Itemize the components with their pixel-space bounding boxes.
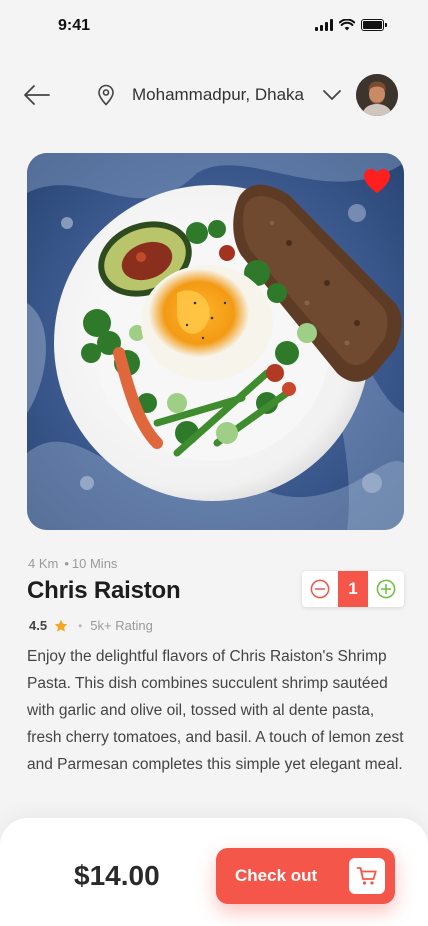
status-icons: [315, 19, 387, 31]
distance-text: 4 Km: [28, 556, 59, 571]
status-time: 9:41: [58, 17, 91, 34]
dish-image: [27, 153, 404, 530]
quantity-stepper: 1: [302, 571, 404, 607]
checkout-bar: $14.00 Check out: [0, 818, 428, 926]
cart-icon-box: [349, 858, 385, 894]
battery-icon: [361, 19, 387, 31]
chevron-down-icon[interactable]: [322, 88, 342, 102]
increment-button[interactable]: [368, 571, 404, 607]
location-label: Mohammadpur, Dhaka: [132, 85, 304, 104]
wifi-icon: [339, 19, 355, 31]
delivery-time-text: 10 Mins: [71, 556, 118, 571]
cart-icon: [356, 867, 377, 885]
dish-description: Enjoy the delightful flavors of Chris Ra…: [27, 648, 404, 773]
checkout-label: Check out: [235, 866, 318, 885]
rating-row: 4.5 • 5k+ Rating: [29, 618, 153, 633]
dish-meta: 4 Km • 10 Mins: [28, 556, 118, 571]
avatar[interactable]: [356, 74, 398, 116]
checkout-button[interactable]: Check out: [216, 848, 395, 904]
signal-icon: [315, 19, 333, 31]
plus-circle-icon: [376, 579, 396, 599]
dish-title: Chris Raiston: [27, 577, 181, 604]
decrement-button[interactable]: [302, 571, 338, 607]
minus-circle-icon: [310, 579, 330, 599]
food-photo: [27, 153, 404, 530]
back-arrow-icon[interactable]: [22, 82, 52, 108]
location-selector[interactable]: Mohammadpur, Dhaka: [96, 84, 342, 106]
heart-icon[interactable]: [362, 167, 392, 195]
location-pin-icon: [98, 84, 114, 106]
rating-count: 5k+ Rating: [90, 618, 153, 633]
rating-value: 4.5: [29, 618, 48, 633]
total-price: $14.00: [74, 860, 160, 891]
user-avatar-image: [356, 74, 398, 116]
status-bar: 9:41: [0, 0, 428, 50]
quantity-value: 1: [338, 571, 368, 607]
star-icon: [54, 619, 68, 632]
header: Mohammadpur, Dhaka: [0, 72, 428, 118]
